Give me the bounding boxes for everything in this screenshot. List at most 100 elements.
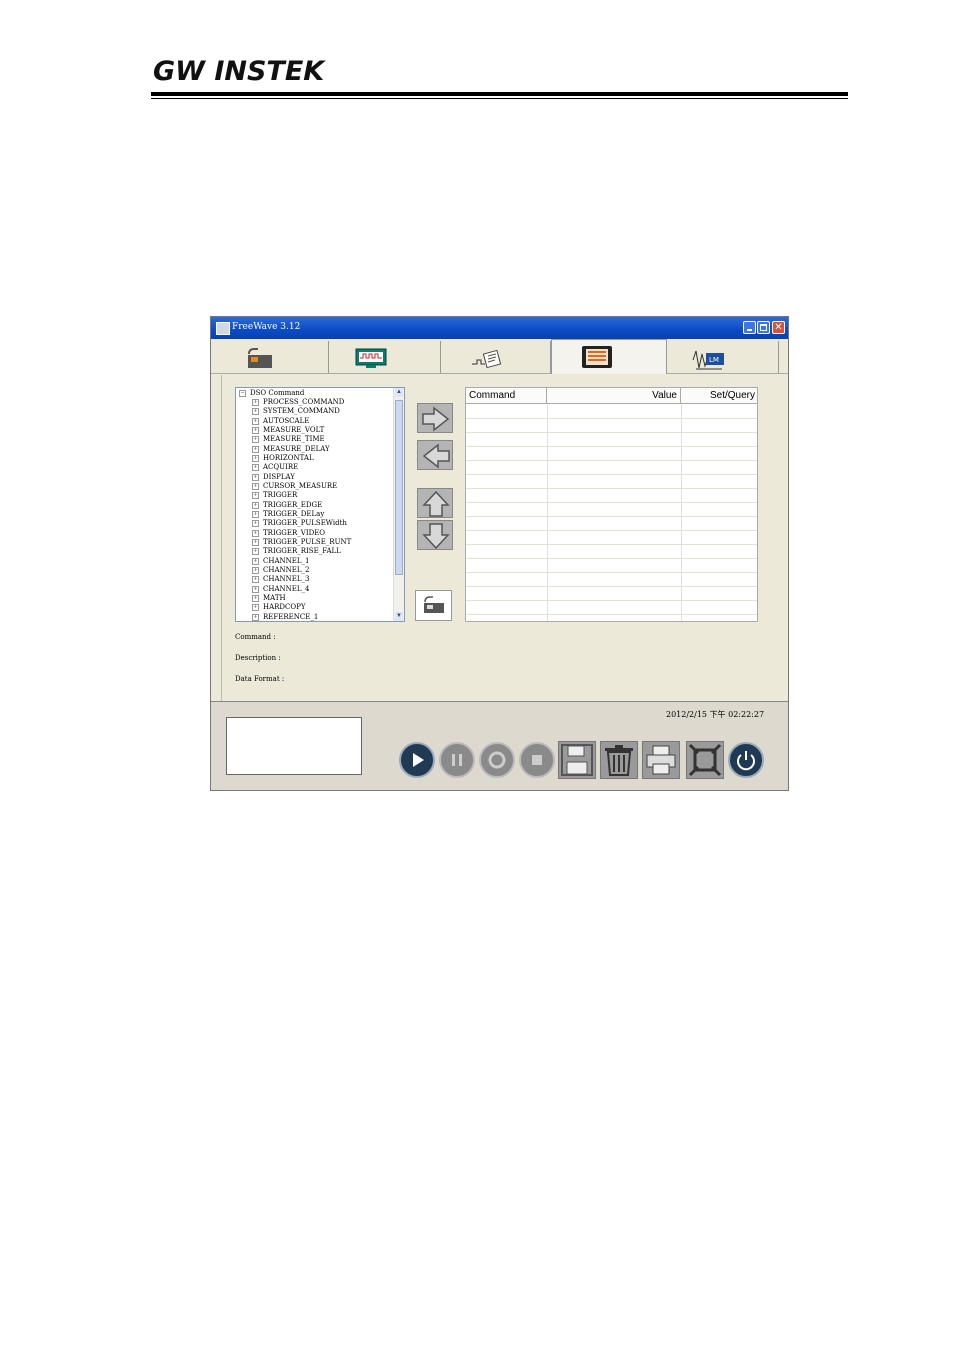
expand-icon[interactable]: + bbox=[252, 454, 259, 462]
fullscreen-button[interactable] bbox=[685, 740, 725, 780]
expand-icon[interactable]: + bbox=[252, 519, 259, 527]
add-command-button[interactable] bbox=[417, 403, 453, 433]
tree-root[interactable]: − DSO Command bbox=[239, 389, 304, 397]
expand-icon[interactable]: + bbox=[252, 603, 259, 611]
tree-item[interactable]: + MEASURE_VOLT bbox=[252, 426, 324, 434]
command-tree[interactable]: − DSO Command + PROCESS_COMMAND + SYSTEM_CO… bbox=[235, 387, 405, 622]
tree-item[interactable]: + SYSTEM_COMMAND bbox=[252, 407, 340, 415]
pause-icon bbox=[439, 742, 475, 778]
scroll-down-icon[interactable]: ▼ bbox=[395, 612, 403, 621]
tree-item[interactable]: + CHANNEL_2 bbox=[252, 566, 309, 574]
expand-icon[interactable]: + bbox=[252, 529, 259, 537]
command-table[interactable]: Command Value Set/Query bbox=[465, 387, 758, 622]
close-button[interactable]: ✕ bbox=[772, 321, 785, 334]
record-icon bbox=[479, 742, 515, 778]
power-button[interactable] bbox=[726, 740, 766, 780]
expand-icon[interactable]: + bbox=[252, 501, 259, 509]
header-rule-thin bbox=[151, 98, 848, 99]
save-button[interactable] bbox=[557, 740, 597, 780]
expand-icon[interactable]: + bbox=[252, 566, 259, 574]
tab-command-list[interactable] bbox=[551, 339, 667, 374]
expand-icon[interactable]: + bbox=[252, 491, 259, 499]
tree-item[interactable]: + REFERENCE_1 bbox=[252, 613, 318, 621]
tree-item[interactable]: + HORIZONTAL bbox=[252, 454, 314, 462]
print-button[interactable] bbox=[641, 740, 681, 780]
expand-icon[interactable]: + bbox=[252, 510, 259, 518]
tab-data-log[interactable]: LM bbox=[667, 341, 779, 373]
expand-icon[interactable]: + bbox=[252, 585, 259, 593]
expand-icon[interactable]: + bbox=[252, 407, 259, 415]
save-icon bbox=[558, 741, 596, 779]
app-icon bbox=[216, 322, 230, 335]
tree-item[interactable]: + CHANNEL_3 bbox=[252, 575, 309, 583]
tree-item[interactable]: + CHANNEL_1 bbox=[252, 557, 309, 565]
play-button[interactable] bbox=[397, 740, 437, 780]
tree-item[interactable]: + ACQUIRE bbox=[252, 463, 298, 471]
delete-button[interactable] bbox=[599, 740, 639, 780]
tab-waveform-monitor[interactable] bbox=[329, 341, 441, 373]
window-title: FreeWave 3.12 bbox=[232, 322, 301, 332]
record-button[interactable] bbox=[477, 740, 517, 780]
tree-item[interactable]: + PROCESS_COMMAND bbox=[252, 398, 344, 406]
expand-icon[interactable]: + bbox=[252, 435, 259, 443]
expand-icon[interactable]: + bbox=[252, 445, 259, 453]
tree-item[interactable]: + TRIGGER_PULSEWidth bbox=[252, 519, 347, 527]
maximize-button[interactable] bbox=[757, 321, 770, 334]
expand-icon[interactable]: + bbox=[252, 547, 259, 555]
connect-button[interactable] bbox=[415, 590, 452, 621]
expand-icon[interactable]: + bbox=[252, 473, 259, 481]
expand-icon[interactable]: + bbox=[252, 398, 259, 406]
column-header-command[interactable]: Command bbox=[466, 388, 547, 404]
data-log-icon: LM bbox=[692, 350, 724, 370]
svg-text:LM: LM bbox=[709, 356, 719, 364]
tree-scrollbar[interactable]: ▲ ▼ bbox=[393, 388, 404, 621]
expand-icon[interactable]: + bbox=[252, 482, 259, 490]
tree-item[interactable]: + MATH bbox=[252, 594, 286, 602]
expand-icon[interactable]: + bbox=[252, 557, 259, 565]
window-titlebar: FreeWave 3.12 ✕ bbox=[211, 317, 788, 339]
tree-item[interactable]: + HARDCOPY bbox=[252, 603, 305, 611]
trash-icon bbox=[600, 741, 638, 779]
remove-command-button[interactable] bbox=[417, 440, 453, 470]
tree-item[interactable]: + TRIGGER_RISE_FALL bbox=[252, 547, 341, 555]
tree-item[interactable]: + CURSOR_MEASURE bbox=[252, 482, 337, 490]
pause-button[interactable] bbox=[437, 740, 477, 780]
expand-icon[interactable]: + bbox=[252, 538, 259, 546]
freewave-window: FreeWave 3.12 ✕ LM − DSO Command + PROCE… bbox=[210, 316, 789, 791]
tree-item[interactable]: + AUTOSCALE bbox=[252, 417, 309, 425]
play-icon bbox=[399, 742, 435, 778]
tree-item[interactable]: + MEASURE_TIME bbox=[252, 435, 325, 443]
move-down-button[interactable] bbox=[417, 520, 453, 550]
tree-item[interactable]: + TRIGGER bbox=[252, 491, 297, 499]
tab-connection[interactable] bbox=[211, 341, 329, 373]
command-label: Command : bbox=[235, 633, 276, 641]
scroll-up-icon[interactable]: ▲ bbox=[395, 388, 403, 397]
expand-icon[interactable]: + bbox=[252, 426, 259, 434]
collapse-icon[interactable]: − bbox=[239, 389, 246, 397]
column-header-value[interactable]: Value bbox=[547, 388, 681, 404]
tree-item[interactable]: + DISPLAY bbox=[252, 473, 295, 481]
expand-icon[interactable]: + bbox=[252, 613, 259, 621]
arrow-down-icon bbox=[422, 523, 450, 549]
scroll-thumb[interactable] bbox=[395, 400, 403, 575]
expand-icon[interactable]: + bbox=[252, 575, 259, 583]
tree-item[interactable]: + TRIGGER_PULSE_RUNT bbox=[252, 538, 351, 546]
tree-item[interactable]: + TRIGGER_DELay bbox=[252, 510, 324, 518]
print-icon bbox=[642, 741, 680, 779]
waveform-edit-icon bbox=[472, 349, 502, 369]
tab-waveform-edit[interactable] bbox=[441, 341, 551, 373]
fullscreen-icon bbox=[686, 741, 724, 779]
stop-button[interactable] bbox=[517, 740, 557, 780]
minimize-button[interactable] bbox=[743, 321, 756, 334]
expand-icon[interactable]: + bbox=[252, 417, 259, 425]
tree-item[interactable]: + MEASURE_DELAY bbox=[252, 445, 330, 453]
arrow-up-icon bbox=[422, 491, 450, 517]
tree-item[interactable]: + TRIGGER_EDGE bbox=[252, 501, 322, 509]
expand-icon[interactable]: + bbox=[252, 594, 259, 602]
header-rule-thick bbox=[151, 92, 848, 96]
tree-item[interactable]: + CHANNEL_4 bbox=[252, 585, 309, 593]
expand-icon[interactable]: + bbox=[252, 463, 259, 471]
move-up-button[interactable] bbox=[417, 488, 453, 518]
tree-item[interactable]: + TRIGGER_VIDEO bbox=[252, 529, 325, 537]
column-header-set-query[interactable]: Set/Query bbox=[681, 388, 757, 404]
